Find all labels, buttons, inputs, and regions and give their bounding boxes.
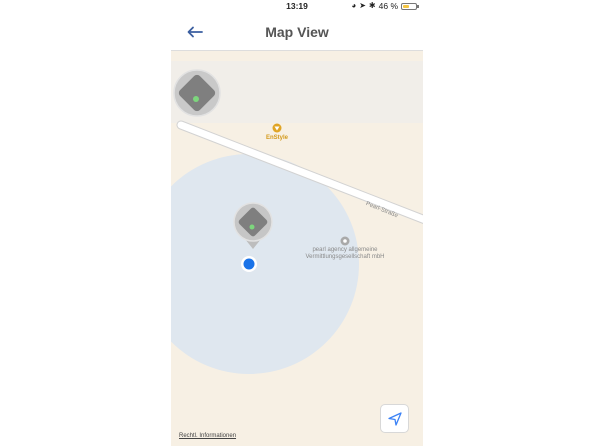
device-marker-small[interactable] xyxy=(173,69,221,117)
battery-percentage: 46 % xyxy=(378,1,398,11)
battery-icon xyxy=(401,2,419,10)
company-poi-label[interactable]: pearl agency allgemeine Vermittlungsgese… xyxy=(297,247,393,261)
battery-cap xyxy=(417,4,419,8)
business-poi-icon[interactable] xyxy=(272,123,282,133)
legal-info-link[interactable]: Rechtl. Informationen xyxy=(179,433,236,439)
bluetooth-icon: ✱ xyxy=(368,1,376,10)
status-icons: ◕ ➤ ✱ 46 % xyxy=(351,1,419,11)
business-poi-label[interactable]: EnStyle xyxy=(257,135,297,141)
map-view[interactable]: EnStyle Pearl-Straße pearl agency allgem… xyxy=(171,51,423,446)
battery-level xyxy=(403,4,409,8)
phone-screen: 13:19 ◕ ➤ ✱ 46 % Map View EnStyle Pearl-… xyxy=(171,0,423,446)
locate-me-button[interactable] xyxy=(380,404,409,433)
location-icon: ➤ xyxy=(359,1,366,10)
status-bar: 13:19 ◕ ➤ ✱ 46 % xyxy=(171,0,423,14)
nav-header: Map View xyxy=(171,14,423,51)
rotation-lock-icon: ◕ xyxy=(351,1,357,10)
page-title: Map View xyxy=(265,24,329,40)
location-arrow-icon xyxy=(388,412,402,426)
company-poi-icon[interactable] xyxy=(340,236,350,246)
user-location-dot xyxy=(241,256,257,272)
